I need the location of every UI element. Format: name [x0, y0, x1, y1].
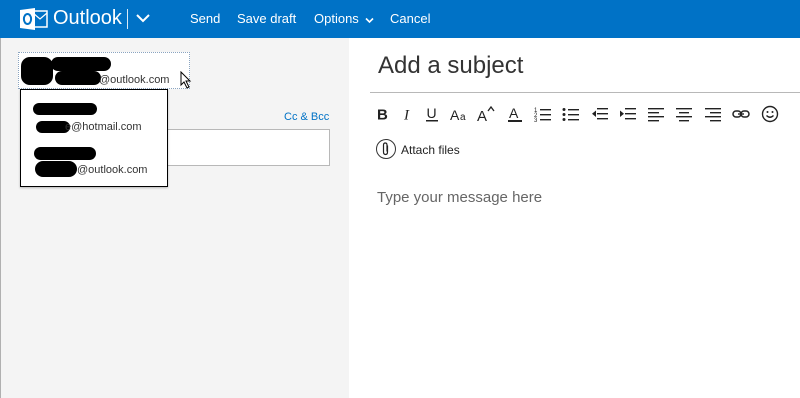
chevron-down-icon [365, 12, 375, 27]
redacted-name [21, 57, 53, 85]
svg-text:3: 3 [534, 118, 538, 122]
underline-button[interactable]: U [421, 103, 443, 125]
svg-text:U: U [427, 105, 437, 121]
message-body-field[interactable]: Type your message here [377, 189, 787, 379]
svg-text:A: A [450, 107, 460, 122]
top-bar: Outlook Send Save draft Options Cancel [0, 0, 800, 38]
italic-button[interactable]: I [396, 103, 418, 125]
from-address-chip[interactable]: @outlook.com [18, 52, 190, 89]
align-left-icon[interactable] [645, 103, 667, 125]
mouse-cursor-icon [180, 70, 192, 89]
cancel-button[interactable]: Cancel [390, 11, 430, 26]
bullet-list-icon[interactable] [560, 103, 582, 125]
attach-files-label: Attach files [401, 143, 460, 157]
options-button[interactable]: Options [314, 11, 375, 27]
redacted-name [51, 57, 111, 71]
redacted-name [34, 147, 96, 160]
suggestion-item[interactable]: e@hotmail.com [21, 92, 167, 137]
from-address-domain: @outlook.com [99, 74, 170, 86]
subject-underline [370, 92, 800, 93]
app-switcher-chevron-icon[interactable] [135, 11, 151, 25]
suggestion-address-domain: @outlook.com [77, 164, 148, 176]
font-size-icon[interactable]: Aa [448, 103, 470, 125]
svg-text:I: I [403, 108, 410, 123]
redacted-name [35, 161, 77, 177]
svg-text:A: A [509, 105, 519, 121]
suggestion-item[interactable]: @outlook.com [21, 138, 167, 183]
options-label: Options [314, 11, 359, 26]
align-right-icon[interactable] [702, 103, 724, 125]
redacted-name [33, 103, 97, 115]
suggestion-address-domain: e@hotmail.com [65, 121, 142, 133]
svg-text:A: A [477, 108, 487, 123]
svg-text:a: a [460, 112, 466, 122]
redacted-name [55, 71, 101, 85]
grow-font-icon[interactable]: A [475, 103, 497, 125]
font-color-icon[interactable]: A [504, 103, 526, 125]
to-field[interactable] [160, 129, 330, 166]
recipient-suggestions: e@hotmail.com @outlook.com [20, 89, 168, 187]
cc-bcc-link[interactable]: Cc & Bcc [284, 111, 329, 123]
increase-indent-icon[interactable] [617, 103, 639, 125]
align-center-icon[interactable] [673, 103, 695, 125]
numbered-list-icon[interactable]: 123 [532, 103, 554, 125]
subject-field[interactable]: Add a subject [378, 52, 788, 86]
save-draft-button[interactable]: Save draft [237, 11, 296, 26]
outlook-logo-icon [20, 8, 48, 30]
emoji-icon[interactable] [759, 103, 781, 125]
logo-divider [127, 9, 128, 29]
app-title: Outlook [53, 7, 122, 29]
svg-text:B: B [377, 107, 388, 123]
bold-button[interactable]: B [372, 103, 394, 125]
insert-link-icon[interactable] [730, 103, 752, 125]
send-button[interactable]: Send [190, 11, 220, 26]
paperclip-icon [376, 139, 396, 159]
decrease-indent-icon[interactable] [589, 103, 611, 125]
